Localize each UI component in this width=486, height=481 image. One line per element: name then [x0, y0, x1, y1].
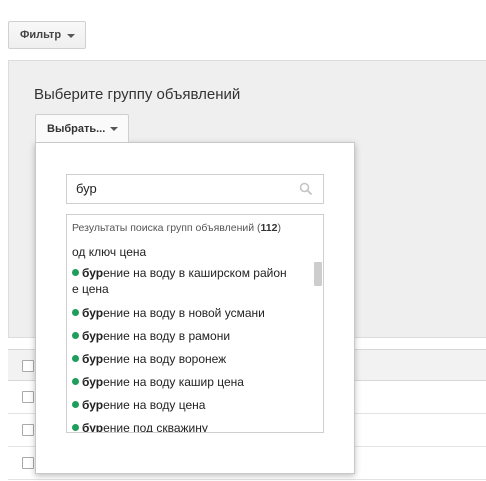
results-header: Результаты поиска групп объявлений (112) — [72, 222, 281, 234]
choose-button-label: Выбрать... — [47, 122, 106, 135]
list-item-partial[interactable]: од ключ цена — [72, 244, 308, 260]
scrollbar-thumb[interactable] — [314, 262, 322, 286]
row-checkbox[interactable] — [22, 424, 34, 436]
row-checkbox[interactable] — [22, 391, 34, 403]
filter-button[interactable]: Фильтр — [8, 21, 86, 49]
filter-button-label: Фильтр — [20, 29, 62, 41]
status-dot-icon — [72, 424, 79, 431]
search-icon — [299, 182, 313, 196]
status-dot-icon — [72, 378, 79, 385]
caret-down-icon — [110, 127, 119, 131]
list-item[interactable]: бурение на воду цена — [72, 397, 308, 413]
results-count: 112 — [260, 222, 278, 234]
ad-group-picker-popup: бур Результаты поиска групп объявлений (… — [35, 142, 355, 474]
list-item[interactable]: бурение на воду в рамони — [72, 328, 308, 344]
caret-down-icon — [67, 33, 76, 38]
status-dot-icon — [72, 269, 79, 276]
select-all-checkbox[interactable] — [22, 360, 34, 372]
search-input[interactable]: бур — [66, 174, 324, 204]
status-dot-icon — [72, 401, 79, 408]
list-item[interactable]: бурение на воду воронеж — [72, 351, 308, 367]
choose-button[interactable]: Выбрать... — [35, 114, 129, 142]
list-item[interactable]: бурение на воду кашир цена — [72, 374, 308, 390]
status-dot-icon — [72, 309, 79, 316]
list-item[interactable]: бурение на воду в каширском район е цена — [72, 265, 308, 297]
status-dot-icon — [72, 355, 79, 362]
search-results-list[interactable]: Результаты поиска групп объявлений (112)… — [66, 214, 324, 433]
row-checkbox[interactable] — [22, 457, 34, 469]
list-item[interactable]: бурение под скважину — [72, 420, 308, 432]
list-item[interactable]: бурение на воду в новой усмани — [72, 305, 308, 321]
status-dot-icon — [72, 332, 79, 339]
search-input-value: бур — [76, 181, 97, 196]
panel-title: Выберите группу объявлений — [34, 86, 241, 103]
